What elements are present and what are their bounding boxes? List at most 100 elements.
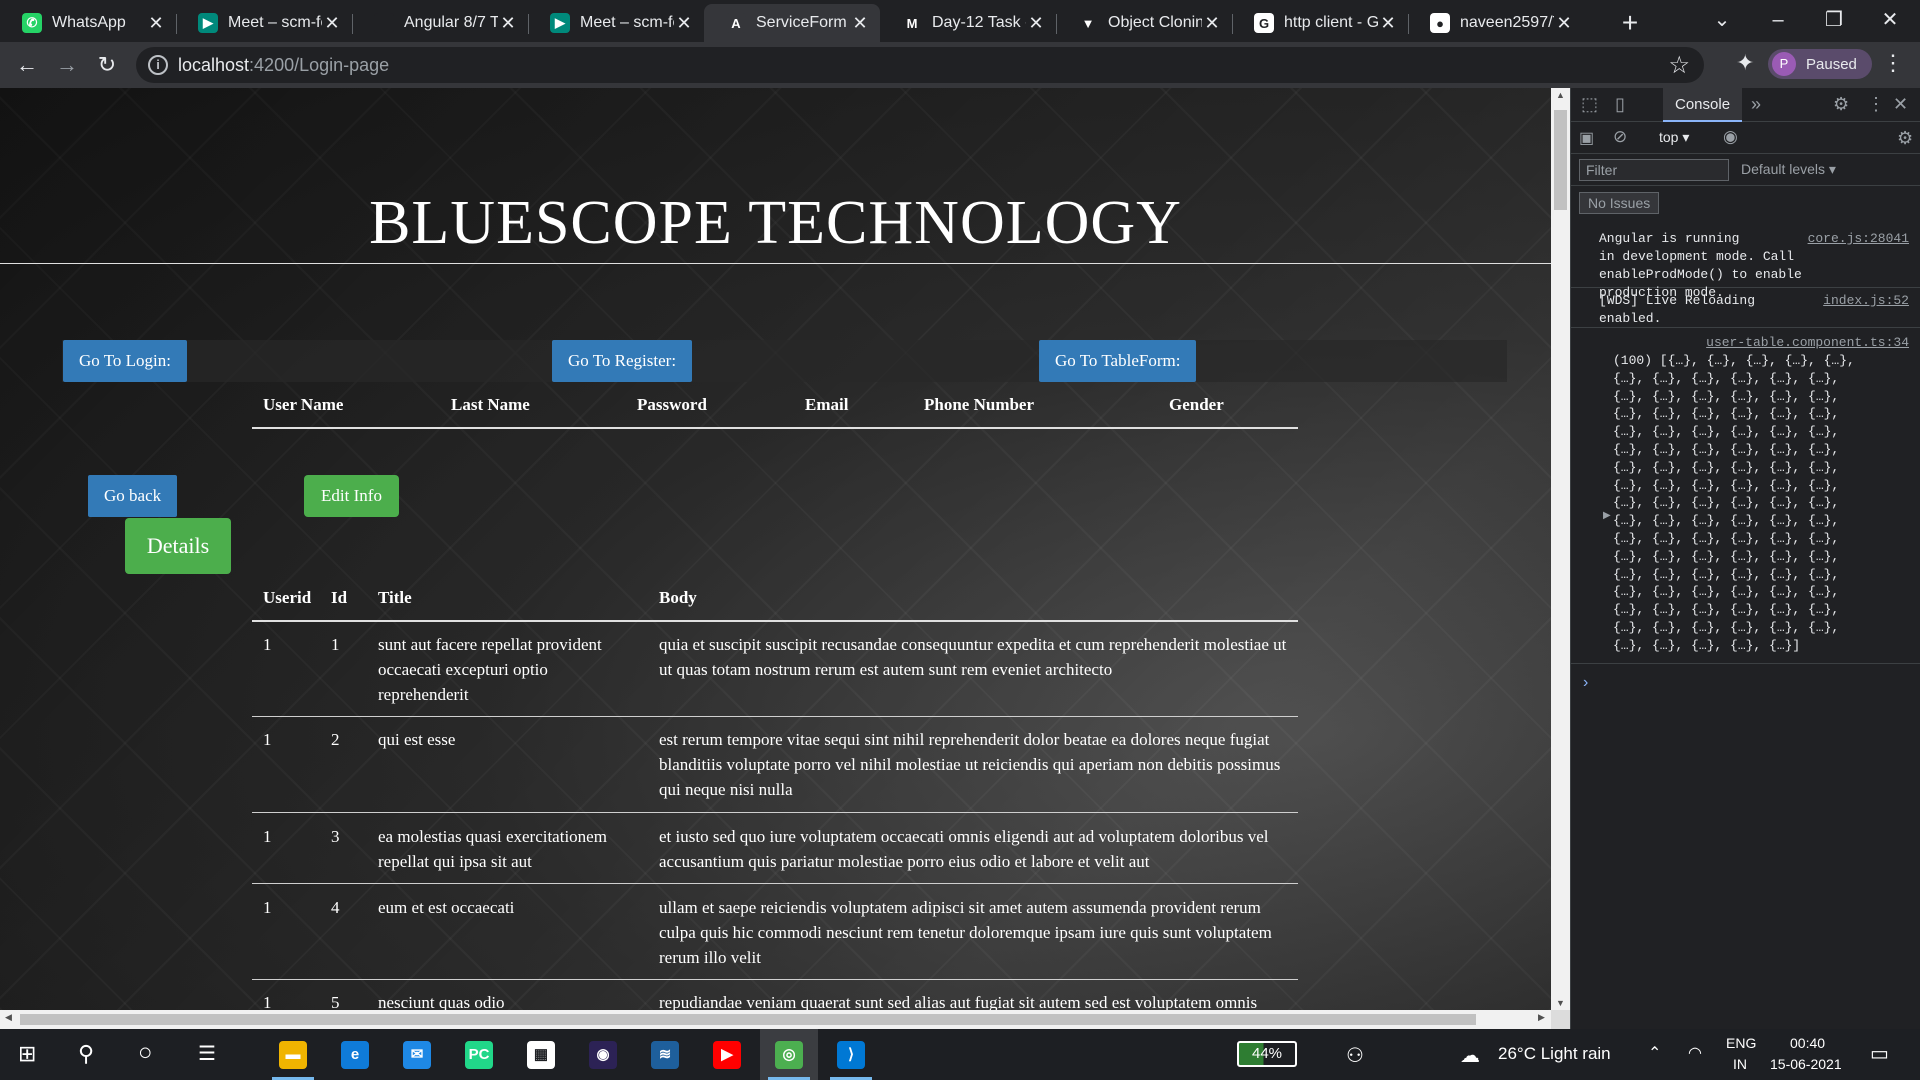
language-region[interactable]: IN [1733, 1056, 1747, 1072]
row-divider [252, 979, 1298, 980]
scroll-down-icon[interactable]: ▼ [1551, 998, 1570, 1008]
app-taskbar-button[interactable]: ≋ [636, 1029, 694, 1080]
expand-caret-icon[interactable]: ▶ [1603, 510, 1611, 521]
window-close-icon[interactable]: ✕ [1862, 0, 1918, 42]
angular-icon: A [726, 13, 746, 33]
browser-tab[interactable]: A ServiceForm ✕ [704, 4, 880, 42]
task-view-icon[interactable]: ☰ [198, 1041, 216, 1066]
wifi-icon[interactable]: ◠ [1688, 1043, 1702, 1063]
go-back-button[interactable]: Go back [88, 475, 178, 517]
address-bar[interactable]: i localhost:4200/Login-page ☆ [136, 47, 1704, 83]
profile-button[interactable]: P Paused [1768, 49, 1872, 79]
tab-close-icon[interactable]: ✕ [850, 13, 870, 34]
page-horizontal-scrollbar[interactable]: ◀ ▶ [0, 1010, 1551, 1029]
browser-tab[interactable]: Ghttp client - Gc ✕ [1232, 4, 1408, 42]
chevron-up-icon[interactable]: ⌃ [1648, 1043, 1661, 1063]
scroll-right-icon[interactable]: ▶ [1538, 1012, 1545, 1023]
url-text[interactable]: localhost:4200/Login-page [178, 55, 389, 76]
vscode-taskbar-button[interactable]: ⟩ [822, 1029, 880, 1080]
battery-indicator[interactable]: 44% [1237, 1041, 1297, 1067]
weather-text[interactable]: 26°C Light rain [1498, 1044, 1611, 1064]
youtube-taskbar-button[interactable]: ▶ [698, 1029, 756, 1080]
scroll-up-icon[interactable]: ▲ [1551, 90, 1570, 100]
minimize-icon[interactable]: – [1750, 0, 1806, 42]
search-icon[interactable]: ⚲ [78, 1041, 94, 1067]
restore-icon[interactable]: ❐ [1806, 0, 1862, 42]
people-icon[interactable]: ⚇ [1346, 1043, 1364, 1068]
store-taskbar-button[interactable]: ▦ [512, 1029, 570, 1080]
tab-search-icon[interactable]: ⌄ [1694, 0, 1750, 42]
browser-tab[interactable]: M Day-12 Task - ✕ [880, 4, 1056, 42]
cell-title: ea molestias quasi exercitationem repell… [378, 827, 607, 871]
tab-close-icon[interactable]: ✕ [322, 13, 342, 34]
file-explorer-taskbar-button[interactable]: ▬ [264, 1029, 322, 1080]
scrollbar-corner [1551, 1010, 1570, 1029]
device-toolbar-icon[interactable]: ▯ [1615, 94, 1625, 115]
notifications-icon[interactable]: ▭ [1870, 1041, 1889, 1066]
cell-userid: 1 [263, 730, 272, 749]
site-info-icon[interactable]: i [148, 55, 168, 75]
forward-icon[interactable]: → [52, 50, 82, 80]
scroll-left-icon[interactable]: ◀ [5, 1012, 12, 1023]
new-tab-button[interactable]: + [1613, 6, 1647, 40]
page-vertical-scrollbar[interactable]: ▲ ▼ [1551, 88, 1570, 1010]
browser-tab[interactable]: ✆ WhatsApp ✕ [0, 4, 176, 42]
go-to-tableform-button[interactable]: Go To TableForm: [1039, 340, 1197, 382]
console-source-link[interactable]: core.js:28041 [1808, 230, 1909, 248]
tab-close-icon[interactable]: ✕ [146, 13, 166, 34]
browser-tab[interactable]: ▼ Object Cloning✕ [1056, 4, 1232, 42]
settings-gear-icon[interactable]: ⚙ [1833, 94, 1849, 115]
scrollbar-thumb[interactable] [1554, 110, 1567, 210]
language-code[interactable]: ENG [1726, 1035, 1756, 1051]
go-to-login-button[interactable]: Go To Login: [63, 340, 187, 382]
reload-icon[interactable]: ↻ [92, 50, 122, 80]
devtools-menu-icon[interactable]: ⋮ [1867, 94, 1885, 115]
tab-close-icon[interactable]: ✕ [674, 13, 694, 34]
tab-close-icon[interactable]: ✕ [1202, 13, 1222, 34]
console-array-output[interactable]: (100) [{…}, {…}, {…}, {…}, {…}, {…}, {…}… [1613, 352, 1855, 655]
start-icon[interactable]: ⊞ [18, 1041, 36, 1067]
eye-icon[interactable]: ◉ [1723, 127, 1738, 147]
clock-time[interactable]: 00:40 [1790, 1035, 1825, 1051]
console-settings-gear-icon[interactable]: ⚙ [1897, 128, 1913, 149]
eclipse-taskbar-button[interactable]: ◉ [574, 1029, 632, 1080]
scrollbar-thumb[interactable] [20, 1014, 1476, 1025]
tab-close-icon[interactable]: ✕ [1026, 13, 1046, 34]
console-prompt[interactable]: › [1583, 674, 1588, 692]
tab-close-icon[interactable]: ✕ [498, 13, 518, 34]
back-icon[interactable]: ← [12, 50, 42, 80]
browser-tab[interactable]: ▶ Meet – scm-fc ✕ [176, 4, 352, 42]
sidebar-toggle-icon[interactable]: ▣ [1579, 128, 1594, 148]
tab-close-icon[interactable]: ✕ [1554, 13, 1574, 34]
go-to-register-button[interactable]: Go To Register: [552, 340, 693, 382]
mail-taskbar-button[interactable]: ✉ [388, 1029, 446, 1080]
devtools-close-icon[interactable]: ✕ [1893, 94, 1908, 115]
issues-badge[interactable]: No Issues [1579, 192, 1660, 214]
browser-tab[interactable]: ▶ Meet – scm-fc ✕ [528, 4, 704, 42]
user-table-header: Gender [1169, 395, 1224, 414]
posts-table-header: Userid [263, 588, 312, 607]
inspect-element-icon[interactable]: ⬚ [1581, 94, 1598, 115]
browser-menu-icon[interactable]: ⋮ [1882, 50, 1904, 76]
cortana-icon[interactable]: ○ [138, 1039, 153, 1067]
tab-title: Meet – scm-fc [228, 14, 322, 31]
details-button[interactable]: Details [125, 518, 231, 574]
console-source-link[interactable]: index.js:52 [1823, 292, 1909, 310]
chrome-taskbar-button[interactable]: ◎ [760, 1029, 818, 1080]
browser-tab[interactable]: Angular 8/7 Tu ✕ [352, 4, 528, 42]
tab-console[interactable]: Console [1663, 88, 1743, 122]
console-source-link[interactable]: user-table.component.ts:34 [1706, 334, 1909, 352]
clock-date[interactable]: 15-06-2021 [1770, 1056, 1842, 1072]
edge-taskbar-button[interactable]: e [326, 1029, 384, 1080]
clear-console-icon[interactable]: ⊘ [1613, 127, 1627, 147]
context-selector[interactable]: top ▾ [1659, 129, 1689, 146]
extensions-icon[interactable]: ✦ [1736, 50, 1754, 76]
pycharm-taskbar-button[interactable]: PC [450, 1029, 508, 1080]
tab-close-icon[interactable]: ✕ [1378, 13, 1398, 34]
browser-tab[interactable]: ● naveen2597/T ✕ [1408, 4, 1584, 42]
more-tabs-icon[interactable]: » [1751, 94, 1761, 115]
bookmark-star-icon[interactable]: ☆ [1668, 51, 1690, 80]
log-levels-dropdown[interactable]: Default levels ▾ [1741, 161, 1836, 178]
edit-info-button[interactable]: Edit Info [304, 475, 399, 517]
console-filter-input[interactable]: Filter [1579, 159, 1729, 181]
